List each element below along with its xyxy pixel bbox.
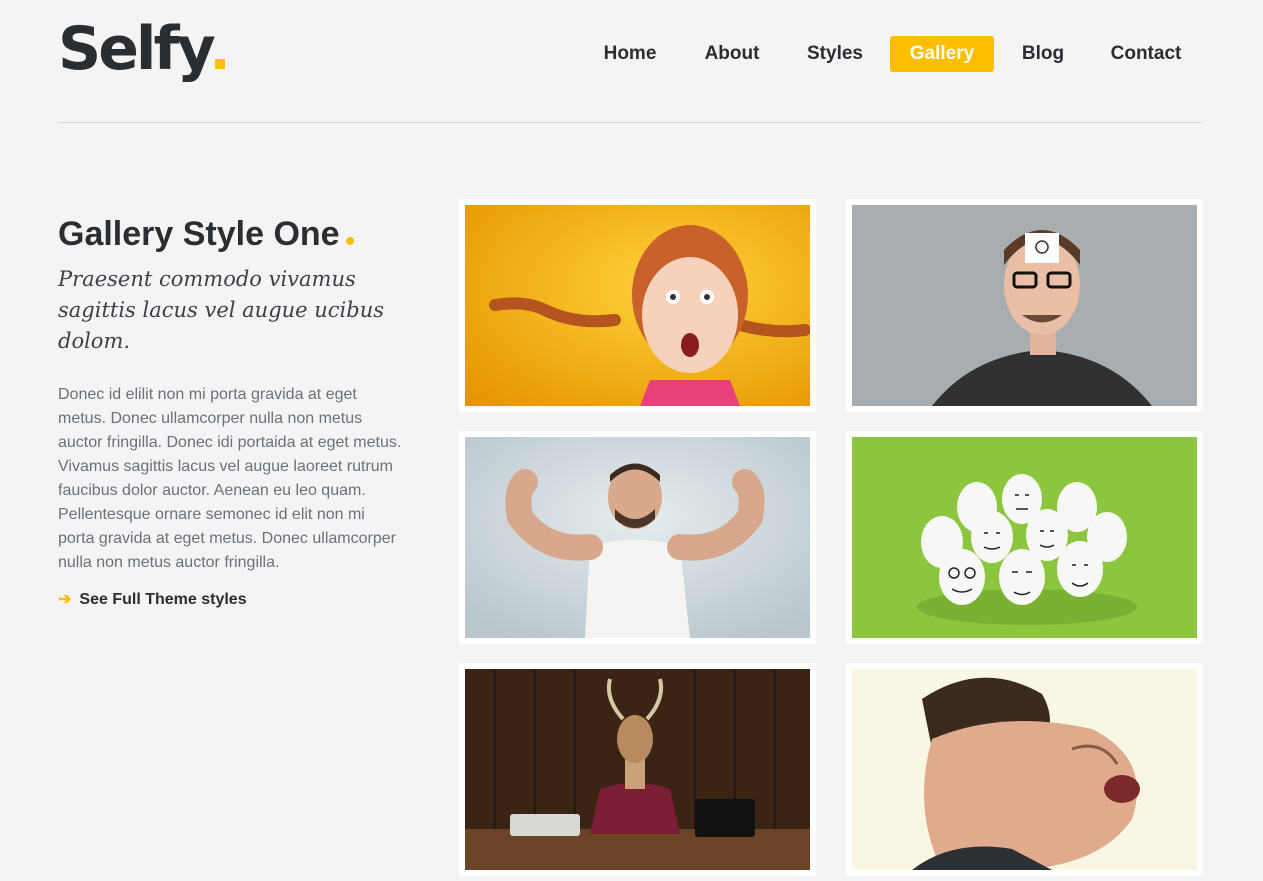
title-dot	[345, 237, 354, 245]
nav-gallery[interactable]: Gallery	[890, 36, 994, 72]
arrow-right-icon: ➔	[58, 591, 72, 608]
gallery-item-squished-face[interactable]	[846, 663, 1203, 876]
see-full-theme-styles-link[interactable]: ➔ See Full Theme styles	[58, 589, 418, 609]
eggs-with-faces-image	[852, 437, 1197, 638]
intro-section: Gallery Style One Praesent commodo vivam…	[58, 214, 418, 609]
strongman-image	[465, 437, 810, 638]
gallery-item-man-with-note[interactable]	[846, 199, 1203, 412]
nav-contact[interactable]: Contact	[1106, 36, 1186, 72]
header-divider	[58, 122, 1202, 123]
main-nav: Home About Styles Gallery Blog Contact	[0, 36, 1263, 72]
page-title-text: Gallery Style One	[58, 215, 340, 253]
nav-blog[interactable]: Blog	[1016, 36, 1070, 72]
page-subtitle: Praesent commodo vivamus sagittis lacus …	[58, 267, 385, 353]
gallery-item-deer-boss[interactable]	[459, 663, 816, 876]
page-title: Gallery Style One	[58, 214, 418, 254]
deer-boss-image	[465, 669, 810, 870]
nav-about[interactable]: About	[700, 36, 764, 72]
girl-with-braids-image	[465, 205, 810, 406]
link-label: See Full Theme styles	[79, 591, 247, 608]
gallery-item-eggs-with-faces[interactable]	[846, 431, 1203, 644]
man-with-note-image	[852, 205, 1197, 406]
gallery-item-girl-with-braids[interactable]	[459, 199, 816, 412]
squished-face-image	[852, 669, 1197, 870]
nav-styles[interactable]: Styles	[802, 36, 868, 72]
nav-home[interactable]: Home	[598, 36, 662, 72]
gallery-item-strongman[interactable]	[459, 431, 816, 644]
intro-paragraph: Donec id elilit non mi porta gravida at …	[58, 386, 402, 571]
